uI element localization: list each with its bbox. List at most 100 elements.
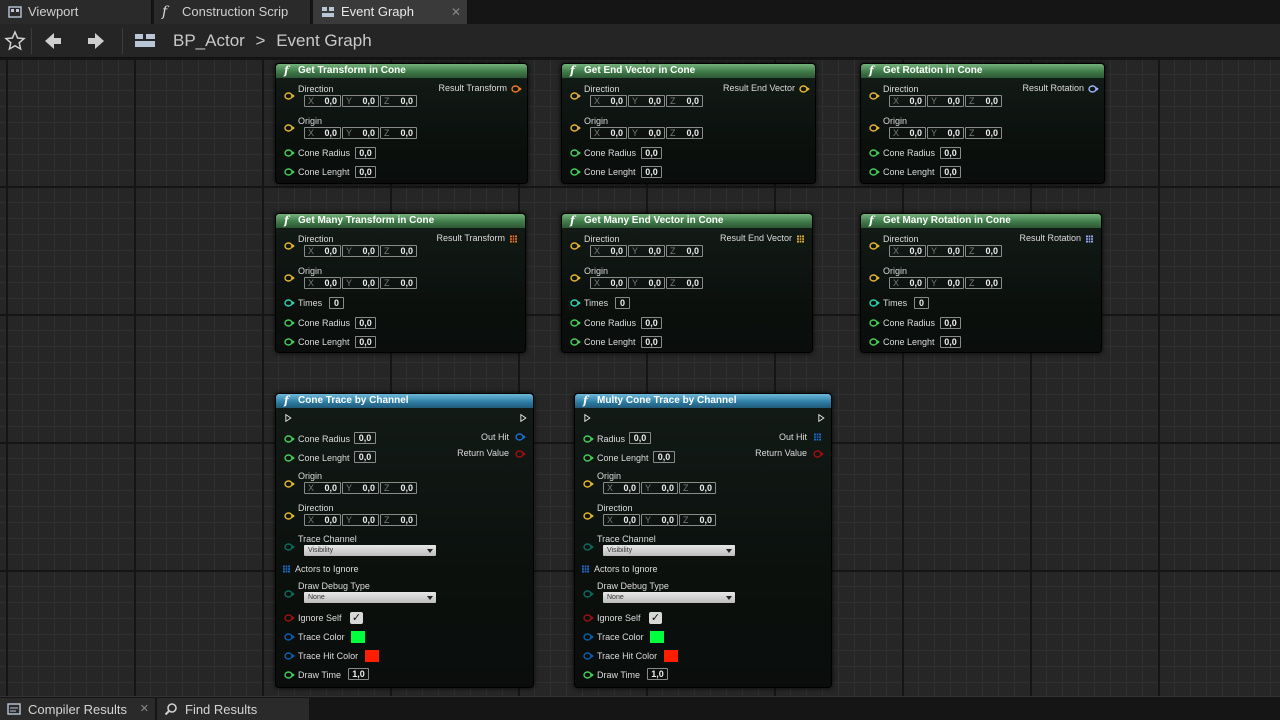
direction-pin-icon[interactable] [284,92,295,100]
breadcrumb-blueprint[interactable]: BP_Actor [173,28,245,54]
vector-x-field[interactable]: X 0,0 [590,95,627,107]
trace-color-swatch[interactable] [650,631,664,643]
node-cone-trace[interactable]: f Cone Trace by Channel Cone Radius 0,0 Cone… [275,393,534,688]
cone-radius-field[interactable]: 0,0 [355,147,376,159]
cone-length-pin-icon[interactable] [570,338,581,346]
vector-y-field[interactable]: Y 0,0 [628,245,665,257]
cone-length-pin-icon[interactable] [570,168,581,176]
times-field[interactable]: 0 [615,297,630,309]
tab-find-results[interactable]: Find Results [157,698,309,720]
vector-z-field[interactable]: Z 0,0 [380,127,417,139]
tab-event-graph[interactable]: Event Graph ✕ [313,0,468,24]
exec-in-pin-icon[interactable] [283,414,294,422]
vector-z-field[interactable]: Z 0,0 [380,95,417,107]
vector-y-field[interactable]: Y 0,0 [628,127,665,139]
vector-y-field[interactable]: Y 0,0 [342,95,379,107]
cone-radius-field[interactable]: 0,0 [354,432,376,444]
direction-pin-icon[interactable] [284,242,295,250]
vector-z-field[interactable]: Z 0,0 [666,127,703,139]
output-pin-icon[interactable] [799,85,810,93]
cone-length-field[interactable]: 0,0 [940,166,961,178]
output-pin-icon[interactable] [796,235,807,243]
breadcrumb-graph[interactable]: Event Graph [276,28,371,54]
tab-construction-script[interactable]: f Construction Scrip [154,0,311,24]
return-value-pin-icon[interactable] [813,450,824,458]
vector-y-field[interactable]: Y 0,0 [927,245,964,257]
draw-debug-type-dropdown[interactable]: None [304,592,436,603]
return-value-pin-icon[interactable] [515,450,526,458]
cone-length-pin-icon[interactable] [869,168,880,176]
ignore-self-pin-icon[interactable] [583,614,594,622]
cone-radius-pin-icon[interactable] [284,149,295,157]
cone-radius-pin-icon[interactable] [869,319,880,327]
vector-y-field[interactable]: Y 0,0 [342,245,379,257]
draw-time-field[interactable]: 1,0 [647,668,668,680]
cone-length-field[interactable]: 0,0 [653,451,675,463]
ignore-self-checkbox[interactable]: ✓ [649,612,662,624]
cone-radius-field[interactable]: 0,0 [940,317,961,329]
vector-z-field[interactable]: Z 0,0 [679,482,716,494]
actors-to-ignore-pin-icon[interactable] [581,565,592,573]
origin-pin-icon[interactable] [570,274,581,282]
vector-z-field[interactable]: Z 0,0 [965,95,1002,107]
node-multy-cone-trace[interactable]: f Multy Cone Trace by Channel Radius 0,0 Con… [574,393,832,688]
out-hit-pin-icon[interactable] [515,433,526,441]
times-pin-icon[interactable] [570,299,581,307]
exec-in-pin-icon[interactable] [582,414,593,422]
vector-x-field[interactable]: X 0,0 [889,277,926,289]
tab-viewport[interactable]: Viewport [0,0,152,24]
origin-pin-icon[interactable] [284,480,295,488]
draw-time-field[interactable]: 1,0 [348,668,369,680]
trace-channel-dropdown[interactable]: Visibility [304,545,436,556]
trace-channel-pin-icon[interactable] [583,543,594,551]
cone-length-pin-icon[interactable] [869,338,880,346]
ignore-self-pin-icon[interactable] [284,614,295,622]
direction-pin-icon[interactable] [583,512,594,520]
vector-z-field[interactable]: Z 0,0 [666,95,703,107]
event-graph-canvas[interactable]: f Get Transform in Cone Direction X 0,0 Y 0,0 Z… [0,58,1280,696]
node-get-many-end-vector[interactable]: f Get Many End Vector in Cone Direction X 0,… [561,213,813,353]
node-get-transform[interactable]: f Get Transform in Cone Direction X 0,0 Y 0,0 Z… [275,63,528,184]
times-field[interactable]: 0 [914,297,929,309]
exec-out-pin-icon[interactable] [816,414,827,422]
cone-radius-pin-icon[interactable] [284,319,295,327]
back-button[interactable] [40,28,66,54]
origin-pin-icon[interactable] [570,124,581,132]
times-pin-icon[interactable] [284,299,295,307]
vector-x-field[interactable]: X 0,0 [603,514,640,526]
vector-y-field[interactable]: Y 0,0 [342,277,379,289]
output-pin-icon[interactable] [1088,85,1099,93]
vector-y-field[interactable]: Y 0,0 [342,514,379,526]
cone-length-field[interactable]: 0,0 [641,166,662,178]
vector-x-field[interactable]: X 0,0 [304,482,341,494]
tab-compiler-results[interactable]: Compiler Results ✕ [0,698,155,720]
trace-hit-color-swatch[interactable] [664,650,678,662]
vector-x-field[interactable]: X 0,0 [304,245,341,257]
vector-x-field[interactable]: X 0,0 [603,482,640,494]
vector-y-field[interactable]: Y 0,0 [628,95,665,107]
vector-z-field[interactable]: Z 0,0 [666,277,703,289]
trace-color-pin-icon[interactable] [284,633,295,641]
trace-color-pin-icon[interactable] [583,633,594,641]
times-pin-icon[interactable] [869,299,880,307]
close-icon[interactable]: ✕ [140,698,149,720]
direction-pin-icon[interactable] [869,92,880,100]
ignore-self-checkbox[interactable]: ✓ [350,612,363,624]
vector-z-field[interactable]: Z 0,0 [380,245,417,257]
vector-y-field[interactable]: Y 0,0 [641,482,678,494]
direction-pin-icon[interactable] [284,512,295,520]
cone-length-pin-icon[interactable] [284,168,295,176]
output-pin-icon[interactable] [511,85,522,93]
trace-channel-pin-icon[interactable] [284,543,295,551]
vector-x-field[interactable]: X 0,0 [590,127,627,139]
draw-time-pin-icon[interactable] [284,671,295,679]
direction-pin-icon[interactable] [570,242,581,250]
cone-radius-field[interactable]: 0,0 [355,317,376,329]
trace-hit-color-pin-icon[interactable] [583,652,594,660]
node-get-many-transform[interactable]: f Get Many Transform in Cone Direction X 0,0… [275,213,526,353]
radius-field[interactable]: 0,0 [629,432,651,444]
draw-debug-type-dropdown[interactable]: None [603,592,735,603]
direction-pin-icon[interactable] [869,242,880,250]
cone-radius-pin-icon[interactable] [570,149,581,157]
origin-pin-icon[interactable] [869,124,880,132]
